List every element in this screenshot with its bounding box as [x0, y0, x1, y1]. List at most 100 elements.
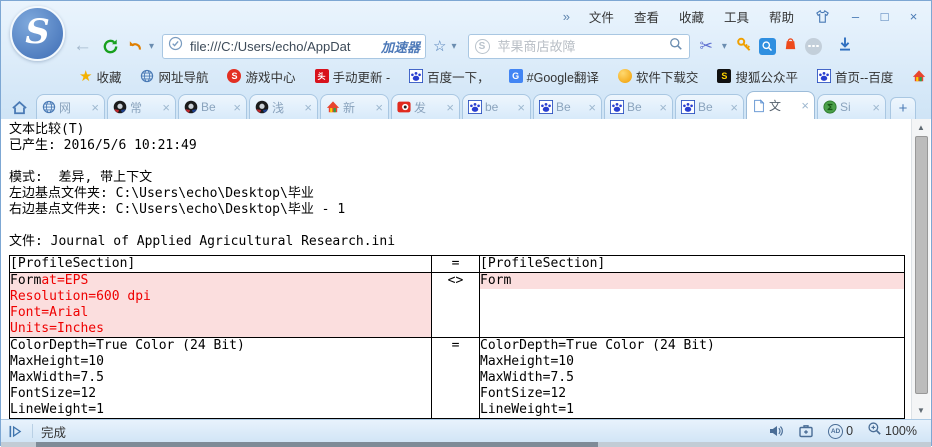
sidebar-toggle-icon[interactable] — [7, 424, 24, 439]
report-mode: 模式: 差异, 带上下文 — [1, 170, 931, 186]
minimize-button[interactable]: – — [842, 7, 869, 26]
scroll-up-icon[interactable]: ▲ — [912, 120, 930, 135]
bookmark-label: 搜狐公众平 — [735, 67, 798, 86]
speaker-icon[interactable] — [768, 423, 784, 439]
menu-tools[interactable]: 工具 — [715, 4, 758, 29]
horizontal-scrollbar-thumb[interactable] — [36, 442, 598, 447]
bookmark-item-8[interactable]: 首页--百度 — [817, 67, 893, 86]
paw-icon — [610, 100, 624, 114]
bookmark-label: 网址导航 — [158, 67, 208, 86]
bookmark-item-6[interactable]: 软件下载交 — [618, 67, 699, 86]
tab-11[interactable]: Si× — [817, 94, 886, 119]
scroll-down-icon[interactable]: ▼ — [912, 403, 930, 418]
bookmark-dropdown-icon[interactable]: ▾ — [449, 41, 458, 52]
tab-close-icon[interactable]: × — [588, 101, 596, 114]
tab-close-icon[interactable]: × — [517, 101, 525, 114]
horizontal-scrollbar[interactable] — [1, 442, 931, 447]
tab-2[interactable]: Be× — [178, 94, 247, 119]
vertical-scrollbar[interactable]: ▲ ▼ — [911, 119, 930, 419]
tab-6[interactable]: be× — [462, 94, 531, 119]
bookmark-star-icon[interactable]: ☆ — [426, 37, 449, 55]
search-input[interactable] — [496, 38, 663, 55]
diff-line — [480, 321, 904, 337]
bookmark-item-5[interactable]: G#Google翻译 — [509, 67, 599, 86]
image-search-icon[interactable] — [759, 38, 776, 55]
screenshot-dropdown-icon[interactable]: ▾ — [720, 41, 729, 52]
tab-7[interactable]: Be× — [533, 94, 602, 119]
diff-text: Form — [10, 273, 41, 288]
diff-row-1: Format=EPSResolution=600 dpiFont=ArialUn… — [10, 273, 905, 338]
diff-text: MaxHeight=10 — [10, 354, 104, 369]
tab-label: Be — [556, 100, 585, 114]
maximize-button[interactable]: □ — [871, 7, 898, 26]
diff-changed-text: at=EPS — [41, 273, 88, 288]
tab-close-icon[interactable]: × — [233, 101, 241, 114]
diff-line — [480, 305, 904, 321]
tab-1[interactable]: 常× — [107, 94, 176, 119]
shopping-bag-icon[interactable] — [783, 36, 798, 56]
bookmark-label: 软件下载交 — [636, 67, 699, 86]
tab-close-icon[interactable]: × — [304, 101, 312, 114]
diff-changed-text: Font=Arial — [10, 305, 88, 320]
accelerator-badge[interactable]: 加速器 — [381, 37, 420, 56]
diff-line: Units=Inches — [10, 321, 431, 337]
tab-close-icon[interactable]: × — [91, 101, 99, 114]
bookmark-item-3[interactable]: 头手动更新 - — [315, 67, 391, 86]
close-button[interactable]: × — [900, 7, 927, 26]
menu-overflow-icon[interactable]: » — [555, 9, 578, 24]
diff-line: Font=Arial — [10, 305, 431, 321]
menu-help[interactable]: 帮助 — [760, 4, 803, 29]
paw-icon — [409, 69, 423, 83]
diff-changed-text: Units=Inches — [10, 321, 104, 336]
tab-8[interactable]: Be× — [604, 94, 673, 119]
tab-9[interactable]: Be× — [675, 94, 744, 119]
skin-shirt-icon[interactable] — [805, 9, 840, 24]
zoom-control[interactable]: 100% — [867, 421, 917, 441]
sogou-logo[interactable]: S — [10, 6, 65, 61]
diff-line: Resolution=600 dpi — [10, 289, 431, 305]
diff-line: [ProfileSection] — [10, 256, 431, 272]
bookmark-item-7[interactable]: S搜狐公众平 — [717, 67, 798, 86]
address-bar[interactable]: 加速器 — [162, 34, 426, 59]
tab-close-icon[interactable]: × — [730, 101, 738, 114]
bookmark-item-0[interactable]: ★收藏 — [79, 67, 121, 86]
menu-file[interactable]: 文件 — [580, 4, 623, 29]
menu-favorites[interactable]: 收藏 — [670, 4, 713, 29]
app-box-icon[interactable] — [798, 423, 814, 439]
tab-10-active[interactable]: 文× — [746, 91, 815, 119]
address-input[interactable] — [188, 38, 376, 55]
tab-close-icon[interactable]: × — [659, 101, 667, 114]
diff-right-cell: Form — [480, 273, 905, 338]
tab-5[interactable]: 发× — [391, 94, 460, 119]
refresh-icon[interactable] — [98, 38, 123, 55]
bookmark-item-2[interactable]: S游戏中心 — [227, 67, 295, 86]
home-icon[interactable] — [5, 95, 33, 119]
ad-blocker-counter[interactable]: AD 0 — [828, 424, 853, 439]
tab-4[interactable]: 新× — [320, 94, 389, 119]
vertical-scrollbar-thumb[interactable] — [915, 136, 928, 394]
tab-close-icon[interactable]: × — [872, 101, 880, 114]
bookmark-item-9[interactable]: 新浪 — [912, 67, 927, 86]
search-box[interactable]: S — [468, 34, 690, 59]
search-magnifier-icon[interactable] — [669, 37, 683, 56]
password-key-icon[interactable] — [736, 36, 752, 57]
back-icon[interactable]: ← — [71, 35, 98, 57]
tab-label: Be — [698, 100, 727, 114]
bookmark-item-1[interactable]: 网址导航 — [140, 67, 208, 86]
bookmark-item-4[interactable]: 百度一下， — [409, 67, 490, 86]
undo-dropdown-icon[interactable]: ▾ — [147, 41, 156, 52]
tab-0[interactable]: 网× — [36, 94, 105, 119]
tab-3[interactable]: 浅× — [249, 94, 318, 119]
diff-line: ColorDepth=True Color (24 Bit) — [10, 338, 431, 354]
tab-close-icon[interactable]: × — [446, 101, 454, 114]
tab-close-icon[interactable]: × — [162, 101, 170, 114]
more-tools-icon[interactable] — [805, 38, 822, 55]
download-icon[interactable] — [837, 36, 853, 57]
screenshot-scissors-icon[interactable]: ✂ — [700, 36, 713, 56]
new-tab-button[interactable]: + — [890, 97, 916, 119]
menu-view[interactable]: 查看 — [625, 4, 668, 29]
undo-icon[interactable] — [123, 38, 147, 54]
diff-line: MaxHeight=10 — [480, 354, 904, 370]
tab-close-icon[interactable]: × — [801, 99, 809, 112]
tab-close-icon[interactable]: × — [375, 101, 383, 114]
